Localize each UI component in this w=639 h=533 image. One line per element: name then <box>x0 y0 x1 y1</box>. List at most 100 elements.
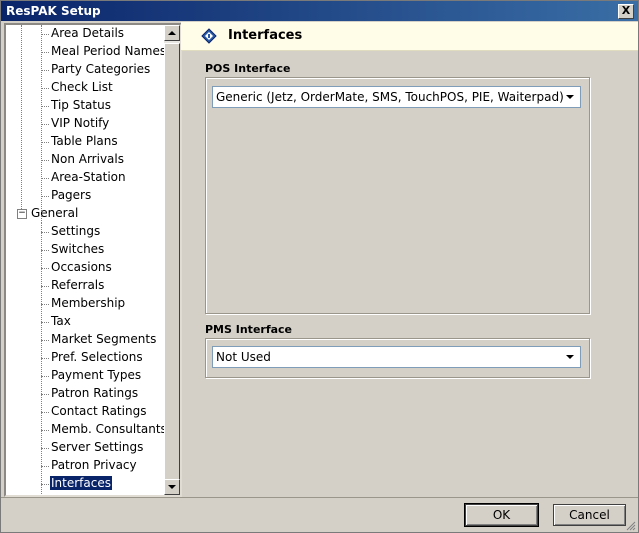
tree-line <box>41 286 49 287</box>
tree-item-label: Occasions <box>51 260 112 274</box>
tree-line <box>41 178 49 179</box>
tree-item-memb-consultants[interactable]: Memb. Consultants <box>6 421 167 439</box>
close-button[interactable]: X <box>618 4 634 19</box>
tree-line <box>41 160 49 161</box>
scroll-up-button[interactable] <box>164 25 180 41</box>
tree-line <box>41 124 49 125</box>
tree-item-label: Settings <box>51 224 101 238</box>
resize-grip-icon[interactable] <box>625 520 636 531</box>
tree-line <box>41 430 49 431</box>
tree-item-label-selected: Interfaces <box>49 475 113 491</box>
tree-item-settings[interactable]: Settings <box>6 223 164 241</box>
tree-item-membership[interactable]: Membership <box>6 295 164 313</box>
tree-item-patron-privacy[interactable]: Patron Privacy <box>6 457 164 475</box>
dialog-button-bar: OK Cancel <box>1 497 638 533</box>
tree-line <box>41 232 49 233</box>
tree-item-interfaces[interactable]: Interfaces <box>6 475 164 493</box>
pos-interface-label: POS Interface <box>205 62 291 75</box>
tree-item-label: Non Arrivals <box>51 152 124 166</box>
pms-interface-group: Not Used <box>205 338 590 378</box>
tree-item-label: Membership <box>51 296 126 310</box>
tree-line <box>41 88 49 89</box>
tree-item-server-settings[interactable]: Server Settings <box>6 439 164 457</box>
pms-interface-label: PMS Interface <box>205 323 293 336</box>
scroll-thumb[interactable] <box>164 43 180 481</box>
pos-interface-group: Generic (Jetz, OrderMate, SMS, TouchPOS,… <box>205 77 590 314</box>
tree-item-vip-notify[interactable]: VIP Notify <box>6 115 164 133</box>
tree-line <box>41 376 49 377</box>
tree-item-tip-status[interactable]: Tip Status <box>6 97 164 115</box>
tree-item-pagers[interactable]: Pagers <box>6 187 164 205</box>
arrow-up-icon <box>168 31 176 35</box>
tree-item-label: VIP Notify <box>51 116 110 130</box>
tree-item-check-list[interactable]: Check List <box>6 79 164 97</box>
content-pane: Interfaces POS Interface Generic (Jetz, … <box>181 22 638 497</box>
tree-item-label: Patron Privacy <box>51 458 137 472</box>
tree-item-table-plans[interactable]: Table Plans <box>6 133 164 151</box>
pos-interface-value: Generic (Jetz, OrderMate, SMS, TouchPOS,… <box>216 90 564 104</box>
tree-item-label: Table Plans <box>51 134 118 148</box>
tree-item-market-segments[interactable]: Market Segments <box>6 331 164 349</box>
ok-button[interactable]: OK <box>464 503 539 527</box>
tree-line <box>41 52 49 53</box>
tree-line <box>41 34 49 35</box>
navigation-tree: Area Details Meal Period Names Party Cat… <box>6 25 167 495</box>
diamond-info-icon <box>201 28 217 44</box>
tree-item-label: Tax <box>51 314 71 328</box>
page-header: Interfaces <box>181 22 638 51</box>
collapse-icon[interactable]: − <box>17 209 27 219</box>
tree-item-label: Contact Ratings <box>51 404 147 418</box>
tree-item-label: Market Segments <box>51 332 157 346</box>
title-bar[interactable]: ResPAK Setup X <box>1 1 638 21</box>
tree-item-payment-types[interactable]: Payment Types <box>6 367 164 385</box>
tree-item-label: Party Categories <box>51 62 151 76</box>
tree-item-non-arrivals[interactable]: Non Arrivals <box>6 151 164 169</box>
tree-line <box>41 106 49 107</box>
dropdown-arrow-icon <box>566 355 574 359</box>
tree-group-general[interactable]: − General <box>6 205 164 223</box>
tree-item-label: Memb. Consultants <box>51 422 167 436</box>
tree-line <box>41 394 49 395</box>
tree-scrollbar[interactable] <box>164 25 180 495</box>
tree-item-tax[interactable]: Tax <box>6 313 164 331</box>
pms-interface-select[interactable]: Not Used <box>212 346 581 368</box>
tree-item-area-details[interactable]: Area Details <box>6 25 164 43</box>
tree-line <box>41 340 49 341</box>
tree-item-switches[interactable]: Switches <box>6 241 164 259</box>
tree-line <box>41 358 49 359</box>
tree-line <box>41 250 49 251</box>
tree-item-occasions[interactable]: Occasions <box>6 259 164 277</box>
tree-item-pref-selections[interactable]: Pref. Selections <box>6 349 164 367</box>
tree-item-area-station[interactable]: Area-Station <box>6 169 164 187</box>
tree-item-label: Server Settings <box>51 440 144 454</box>
tree-item-label: Payment Types <box>51 368 142 382</box>
scroll-down-button[interactable] <box>164 479 180 495</box>
tree-item-party-categories[interactable]: Party Categories <box>6 61 164 79</box>
tree-item-meal-period-names[interactable]: Meal Period Names <box>6 43 167 61</box>
tree-item-label: Area-Station <box>51 170 126 184</box>
tree-item-label: Meal Period Names <box>51 44 167 58</box>
tree-item-referrals[interactable]: Referrals <box>6 277 164 295</box>
tree-item-contact-ratings[interactable]: Contact Ratings <box>6 403 164 421</box>
tree-line <box>41 448 49 449</box>
pms-interface-value: Not Used <box>216 350 271 364</box>
tree-line <box>41 412 49 413</box>
tree-line <box>41 142 49 143</box>
arrow-down-icon <box>168 485 176 489</box>
tree-item-label: Tip Status <box>51 98 111 112</box>
tree-item-label: Area Details <box>51 26 125 40</box>
window-title: ResPAK Setup <box>6 4 101 18</box>
page-title: Interfaces <box>228 28 303 43</box>
cancel-button[interactable]: Cancel <box>553 504 626 526</box>
tree-line <box>41 70 49 71</box>
tree-group-label: General <box>31 206 79 220</box>
pos-interface-select[interactable]: Generic (Jetz, OrderMate, SMS, TouchPOS,… <box>212 86 581 108</box>
tree-line <box>41 466 49 467</box>
tree-item-label: Patron Ratings <box>51 386 139 400</box>
tree-item-patron-ratings[interactable]: Patron Ratings <box>6 385 164 403</box>
tree-line <box>41 322 49 323</box>
tree-line <box>41 196 49 197</box>
tree-item-label: Referrals <box>51 278 105 292</box>
tree-line <box>41 484 49 485</box>
tree-item-label: Switches <box>51 242 105 256</box>
